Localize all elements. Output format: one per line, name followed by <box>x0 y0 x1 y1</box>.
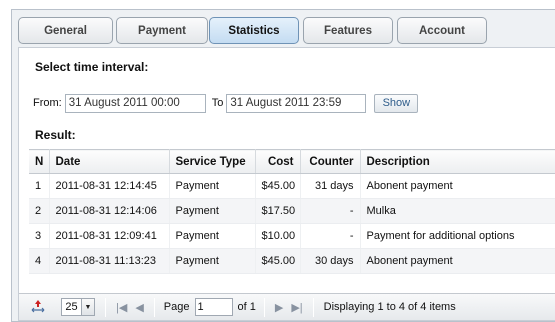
to-label: To <box>211 97 224 109</box>
cell-description: Mulka <box>360 198 555 224</box>
cell-n: 3 <box>29 223 50 249</box>
page-label: Page <box>163 301 190 313</box>
cell-counter: 30 days <box>300 248 361 274</box>
cell-service-type: Payment <box>169 248 256 274</box>
cell-counter: 31 days <box>300 173 361 199</box>
col-header-counter[interactable]: Counter <box>300 149 361 174</box>
table-row[interactable]: 2 2011-08-31 12:14:06 Payment $17.50 - M… <box>29 198 555 224</box>
dropdown-arrow-icon[interactable]: ▼ <box>81 299 94 315</box>
table-row[interactable]: 4 2011-08-31 11:13:23 Payment $45.00 30 … <box>29 248 555 274</box>
prev-page-icon[interactable]: ◀ <box>135 301 143 314</box>
tab-general[interactable]: General <box>18 17 113 44</box>
page-of-label: of 1 <box>237 301 256 313</box>
tab-statistics[interactable]: Statistics <box>209 17 299 44</box>
table-header: N Date Service Type Cost Counter Descrip… <box>29 149 555 174</box>
from-label: From: <box>33 97 62 109</box>
result-heading: Result: <box>35 128 76 142</box>
pagination-bar: 25 ▼ |◀ ◀ Page 1 of 1 ▶ ▶| Displaying 1 … <box>19 293 555 320</box>
cell-date: 2011-08-31 12:09:41 <box>49 223 170 249</box>
col-header-date[interactable]: Date <box>49 149 170 174</box>
table-row[interactable]: 1 2011-08-31 12:14:45 Payment $45.00 31 … <box>29 173 555 199</box>
next-page-icon[interactable]: ▶ <box>275 301 283 314</box>
cell-cost: $17.50 <box>255 198 301 224</box>
tab-payment[interactable]: Payment <box>116 17 208 44</box>
from-date-input[interactable]: 31 August 2011 00:00 <box>64 93 206 113</box>
cell-date: 2011-08-31 12:14:06 <box>49 198 170 224</box>
page-number-input[interactable]: 1 <box>194 298 233 316</box>
cell-n: 1 <box>29 173 50 199</box>
table-row[interactable]: 3 2011-08-31 12:09:41 Payment $10.00 - P… <box>29 223 555 249</box>
page-size-select[interactable]: 25 ▼ <box>61 298 95 316</box>
time-filter: From: 31 August 2011 00:00 To 31 August … <box>33 93 419 113</box>
tab-features[interactable]: Features <box>303 17 393 44</box>
cell-description: Payment for additional options <box>360 223 555 249</box>
cell-description: Abonent payment <box>360 173 555 199</box>
pager-status: Displaying 1 to 4 of 4 items <box>323 301 456 313</box>
cell-n: 2 <box>29 198 50 224</box>
tab-bar: General Payment Statistics Features Acco… <box>12 10 555 47</box>
cell-service-type: Payment <box>169 198 256 224</box>
col-header-n[interactable]: N <box>29 149 50 174</box>
panel: General Payment Statistics Features Acco… <box>11 9 555 322</box>
pager-separator <box>263 297 265 317</box>
to-date-input[interactable]: 31 August 2011 23:59 <box>226 93 367 113</box>
pager-separator <box>105 297 106 317</box>
cell-cost: $45.00 <box>255 173 301 199</box>
cell-counter: - <box>300 223 361 249</box>
cell-cost: $10.00 <box>255 223 301 249</box>
tab-account[interactable]: Account <box>397 17 487 44</box>
page-size-value: 25 <box>65 301 78 313</box>
cell-counter: - <box>300 198 361 224</box>
cell-n: 4 <box>29 248 50 274</box>
time-interval-heading: Select time interval: <box>35 60 149 74</box>
cell-description: Abonent payment <box>360 248 555 274</box>
first-page-icon[interactable]: |◀ <box>116 301 127 314</box>
cell-date: 2011-08-31 11:13:23 <box>49 248 170 274</box>
cell-service-type: Payment <box>169 223 256 249</box>
pager-separator <box>312 297 314 317</box>
show-button[interactable]: Show <box>374 93 419 113</box>
pager-separator <box>153 297 155 317</box>
cell-date: 2011-08-31 12:14:45 <box>49 173 170 199</box>
col-header-service-type[interactable]: Service Type <box>169 149 256 174</box>
last-page-icon[interactable]: ▶| <box>291 301 302 314</box>
col-header-cost[interactable]: Cost <box>255 149 301 174</box>
cell-service-type: Payment <box>169 173 256 199</box>
col-header-description[interactable]: Description <box>360 149 555 174</box>
results-table: N Date Service Type Cost Counter Descrip… <box>29 149 555 274</box>
cell-cost: $45.00 <box>255 248 301 274</box>
resize-icon[interactable] <box>31 299 45 316</box>
statistics-panel: Select time interval: From: 31 August 20… <box>18 47 555 321</box>
